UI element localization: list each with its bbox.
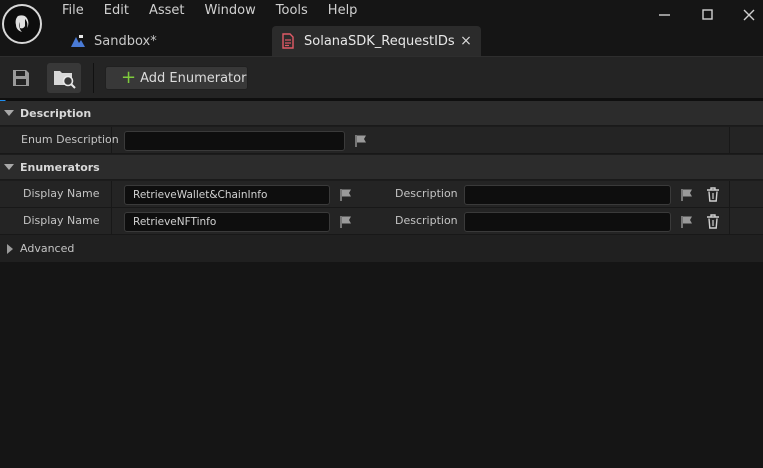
enum-description-input[interactable] — [124, 131, 345, 151]
browse-icon — [54, 71, 76, 89]
tab-label: Sandbox* — [94, 33, 157, 49]
save-icon — [13, 70, 29, 86]
menu-tools[interactable]: Tools — [266, 0, 318, 22]
delete-trash-icon[interactable] — [706, 187, 720, 202]
browse-button[interactable] — [47, 63, 81, 93]
display-name-input[interactable] — [124, 185, 330, 205]
plus-icon: + — [121, 67, 137, 88]
localization-flag-icon[interactable] — [339, 215, 353, 229]
expand-arrow-icon — [4, 164, 14, 170]
enumerator-description-input[interactable] — [464, 212, 671, 232]
tab-solanasdk-requestids[interactable]: SolanaSDK_RequestIDs × — [272, 26, 481, 56]
advanced-label: Advanced — [20, 242, 75, 255]
menu-bar: File Edit Asset Window Tools Help — [52, 0, 367, 22]
delete-trash-icon[interactable] — [706, 214, 720, 229]
column-splitter[interactable] — [111, 208, 112, 235]
level-icon — [70, 33, 86, 49]
column-splitter[interactable] — [111, 127, 112, 154]
row-end-divider — [729, 127, 730, 154]
details-panel: Description Enum Description Enumerators… — [0, 101, 763, 262]
enum-description-row: Enum Description — [0, 127, 763, 154]
save-button[interactable] — [4, 63, 38, 93]
maximize-icon — [702, 9, 713, 20]
description-label: Description — [395, 214, 458, 227]
description-label: Description — [395, 187, 458, 200]
toolbar-separator — [93, 63, 94, 93]
menu-help[interactable]: Help — [318, 0, 368, 22]
enum-asset-icon — [280, 33, 296, 49]
advanced-section[interactable]: Advanced — [0, 235, 763, 262]
display-name-label: Display Name — [23, 214, 100, 227]
minimize-icon — [659, 14, 670, 16]
tab-sandbox[interactable]: Sandbox* — [62, 26, 262, 56]
menu-window[interactable]: Window — [195, 0, 266, 22]
localization-flag-icon[interactable] — [339, 188, 353, 202]
title-bar: File Edit Asset Window Tools Help Sandbo… — [0, 0, 763, 56]
row-end-divider — [729, 181, 730, 208]
minimize-button[interactable] — [650, 4, 680, 26]
collapsed-arrow-icon — [7, 243, 13, 254]
menu-file[interactable]: File — [52, 0, 94, 22]
localization-flag-icon[interactable] — [354, 134, 368, 148]
maximize-button[interactable] — [693, 4, 723, 26]
menu-edit[interactable]: Edit — [94, 0, 139, 22]
enum-description-label: Enum Description — [21, 133, 119, 146]
enumerator-description-input[interactable] — [464, 185, 671, 205]
localization-flag-icon[interactable] — [680, 215, 694, 229]
column-splitter[interactable] — [111, 181, 112, 208]
display-name-input[interactable] — [124, 212, 330, 232]
menu-asset[interactable]: Asset — [139, 0, 195, 22]
category-title: Enumerators — [20, 160, 100, 174]
tab-close-icon[interactable]: × — [457, 33, 475, 49]
enumerator-row: Display Name Description — [0, 208, 763, 235]
category-enumerators[interactable]: Enumerators — [0, 155, 763, 180]
toolbar: + Add Enumerator — [0, 56, 763, 98]
expand-arrow-icon — [4, 110, 14, 116]
localization-flag-icon[interactable] — [680, 188, 694, 202]
tab-label: SolanaSDK_RequestIDs — [304, 33, 455, 49]
row-end-divider — [729, 208, 730, 235]
enumerator-row: Display Name Description — [0, 181, 763, 208]
close-window-button[interactable] — [734, 4, 763, 26]
category-title: Description — [20, 106, 92, 120]
close-icon — [743, 9, 755, 21]
add-enumerator-label: Add Enumerator — [140, 70, 247, 86]
add-enumerator-button[interactable]: + Add Enumerator — [105, 66, 248, 90]
category-description[interactable]: Description — [0, 101, 763, 126]
display-name-label: Display Name — [23, 187, 100, 200]
unreal-logo-icon[interactable] — [2, 4, 42, 44]
